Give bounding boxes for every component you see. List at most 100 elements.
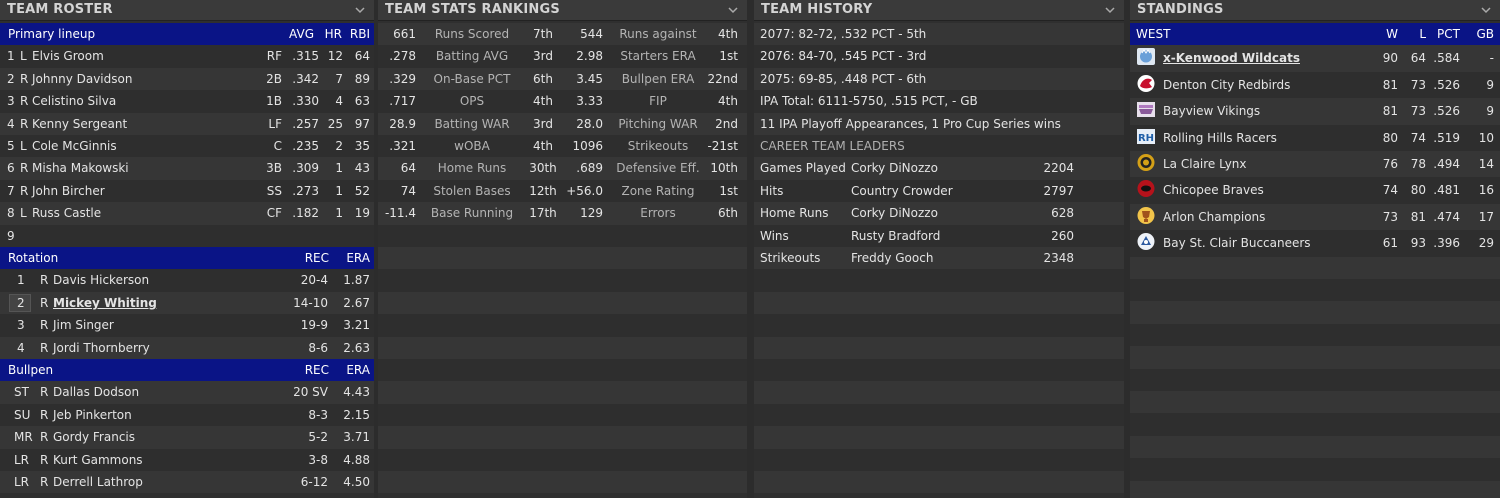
standings-panel: STANDINGS WEST W L PCT GB x-Kenwood Wildcats 9… (1130, 0, 1500, 498)
team-name[interactable]: Chicopee Braves (1163, 183, 1264, 197)
leader-category: Hits (760, 183, 784, 198)
team-name[interactable]: Arlon Champions (1163, 210, 1265, 224)
lineup-row: 1 L Elvis Groom RF .315 12 64 (0, 45, 374, 68)
stat-label: Bullpen ERA (621, 71, 695, 86)
home-runs: 25 (327, 116, 343, 131)
era: 3.71 (343, 430, 370, 445)
empty-row (378, 381, 747, 404)
pitcher-name[interactable]: Mickey Whiting (53, 296, 157, 310)
chevron-down-icon[interactable] (728, 5, 738, 15)
standings-row[interactable]: RH Rolling Hills Racers 80 74 .519 10 (1130, 124, 1500, 151)
leader-name[interactable]: Corky DiNozzo (851, 161, 938, 175)
pitcher-name[interactable]: Jim Singer (53, 318, 114, 332)
leader-name[interactable]: Corky DiNozzo (851, 206, 938, 220)
chevron-down-icon[interactable] (355, 5, 365, 15)
team-stats-rankings-panel: TEAM STATS RANKINGS 661 Runs Scored 7th 544… (378, 0, 747, 498)
chevron-down-icon[interactable] (1481, 5, 1491, 15)
empty-row (754, 359, 1124, 382)
leader-name[interactable]: Rusty Bradford (851, 229, 940, 243)
stat-value: 3.45 (576, 71, 603, 86)
empty-row (378, 336, 747, 359)
player-name[interactable]: Russ Castle (32, 206, 101, 220)
leader-value: 2204 (1043, 161, 1074, 176)
empty-row (378, 448, 747, 471)
team-pct: .584 (1433, 51, 1460, 66)
rbi: 43 (354, 161, 370, 176)
player-name[interactable]: Kenny Sergeant (32, 117, 127, 131)
leader-value: 260 (1051, 228, 1074, 243)
ranking-row: .717 OPS 4th 3.33 FIP 4th (378, 90, 747, 113)
bats-hand: R (20, 116, 29, 131)
bullpen-role: MR (14, 430, 33, 445)
history-line: 2077: 82-72, .532 PCT - 5th (754, 23, 1124, 46)
pitcher-name[interactable]: Jeb Pinkerton (53, 408, 132, 422)
standings-row[interactable]: Bay St. Clair Buccaneers 61 93 .396 29 (1130, 230, 1500, 257)
empty-row (1130, 323, 1500, 347)
team-name[interactable]: Rolling Hills Racers (1163, 131, 1277, 145)
rbi: 35 (354, 139, 370, 153)
pitcher-name[interactable]: Kurt Gammons (53, 453, 143, 467)
standings-row[interactable]: La Claire Lynx 76 78 .494 14 (1130, 151, 1500, 178)
pitcher-name[interactable]: Gordy Francis (53, 430, 135, 444)
leader-category: Wins (760, 228, 789, 243)
pitcher-name[interactable]: Jordi Thornberry (53, 341, 150, 355)
pct-column-header: PCT (1437, 27, 1460, 41)
pitcher-name[interactable]: Dallas Dodson (53, 385, 139, 399)
stat-rank: 2nd (715, 116, 738, 131)
stat-label: Zone Rating (621, 183, 695, 198)
player-name[interactable]: Misha Makowski (32, 161, 129, 175)
record: 19-9 (300, 318, 328, 333)
empty-row (1130, 458, 1500, 481)
player-name[interactable]: Cole McGinnis (32, 139, 117, 153)
home-runs: 4 (335, 94, 343, 109)
era: 2.15 (343, 407, 370, 422)
player-name[interactable]: John Bircher (32, 184, 105, 198)
ranking-row: .321 wOBA 4th 1096 Strikeouts -21st (378, 135, 747, 158)
empty-row (754, 381, 1124, 404)
team-w: 90 (1382, 51, 1398, 66)
stat-label: Runs Scored (434, 27, 510, 41)
bullpen-role: SU (14, 407, 31, 422)
player-name[interactable]: Elvis Groom (32, 49, 104, 63)
standings-row[interactable]: Denton City Redbirds 81 73 .526 9 (1130, 71, 1500, 99)
stat-rank: 17th (529, 206, 557, 221)
home-runs: 1 (335, 206, 343, 221)
bats-hand: L (20, 139, 27, 153)
team-gb: 9 (1486, 104, 1494, 119)
era: 4.50 (343, 475, 370, 489)
standings-row[interactable]: x-Kenwood Wildcats 90 64 .584 - (1130, 45, 1500, 72)
team-name[interactable]: Bay St. Clair Buccaneers (1163, 236, 1311, 250)
stat-rank: 1st (719, 183, 738, 198)
leaders-title-row: CAREER TEAM LEADERS (754, 135, 1124, 158)
standings-row[interactable]: Chicopee Braves 74 80 .481 16 (1130, 177, 1500, 204)
stat-rank: 4th (533, 139, 553, 153)
history-text: 2077: 82-72, .532 PCT - 5th (760, 27, 927, 41)
lineup-row: 5 L Cole McGinnis C .235 2 35 (0, 135, 374, 158)
era-column-header: ERA (346, 363, 370, 377)
avg-column-header: AVG (289, 27, 314, 41)
standings-row[interactable]: Bayview Vikings 81 73 .526 9 (1130, 98, 1500, 125)
pitcher-name[interactable]: Davis Hickerson (53, 273, 149, 287)
team-name[interactable]: x-Kenwood Wildcats (1163, 51, 1300, 65)
stat-value: +56.0 (566, 183, 603, 198)
panel-title: TEAM STATS RANKINGS (385, 2, 560, 17)
team-name[interactable]: Denton City Redbirds (1163, 78, 1290, 92)
standings-row[interactable]: Arlon Champions 73 81 .474 17 (1130, 203, 1500, 231)
pitcher-name[interactable]: Derrell Lathrop (53, 475, 143, 489)
batting-avg: .330 (292, 94, 319, 109)
leader-name[interactable]: Country Crowder (851, 184, 953, 198)
chevron-down-icon[interactable] (1105, 5, 1115, 15)
bullpen-section-header: Bullpen REC ERA (0, 359, 374, 382)
stat-value: .717 (389, 94, 416, 109)
career-leaders-title: CAREER TEAM LEADERS (760, 139, 905, 153)
team-l: 93 (1410, 236, 1426, 251)
player-name[interactable]: Celistino Silva (32, 94, 116, 108)
stat-rank: 12th (529, 183, 557, 198)
position: SS (266, 183, 282, 198)
bullpen-row: LR R Kurt Gammons 3-8 4.88 (0, 448, 374, 471)
leader-name[interactable]: Freddy Gooch (851, 251, 933, 265)
stat-value: 3.33 (576, 94, 603, 109)
player-name[interactable]: Johnny Davidson (32, 72, 132, 86)
team-name[interactable]: La Claire Lynx (1163, 157, 1247, 171)
team-name[interactable]: Bayview Vikings (1163, 104, 1260, 118)
